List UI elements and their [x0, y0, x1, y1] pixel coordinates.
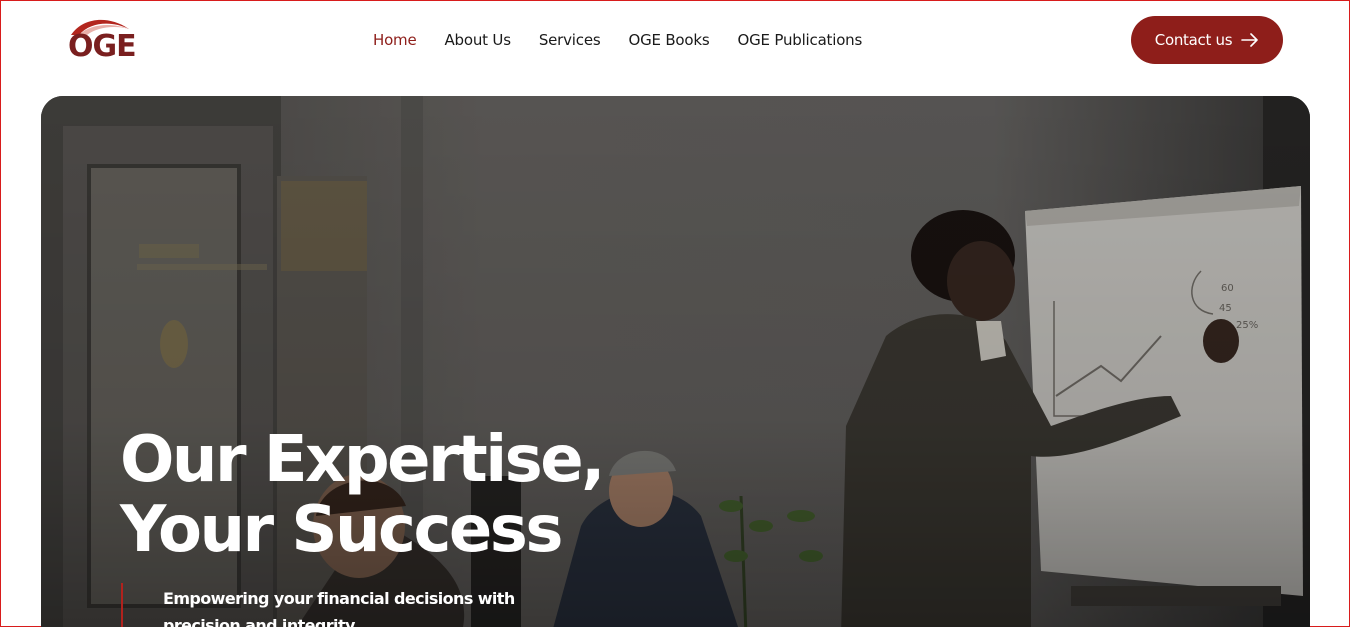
nav-item-home[interactable]: Home	[373, 31, 417, 49]
arrow-right-icon	[1241, 33, 1259, 47]
hero-accent-divider	[121, 583, 123, 627]
logo-text: OGE	[68, 29, 137, 64]
hero-subtitle: Empowering your financial decisions with…	[163, 589, 515, 627]
hero-title-line-1: Our Expertise,	[120, 423, 605, 497]
nav-item-oge-books[interactable]: OGE Books	[628, 31, 709, 49]
hero-section: 60 45 25% Our Expertise, Your Success Em…	[41, 96, 1310, 627]
site-header: OGE Home About Us Services OGE Books OGE…	[1, 1, 1349, 81]
oge-logo[interactable]: OGE	[65, 15, 137, 65]
contact-us-button[interactable]: Contact us	[1131, 16, 1283, 64]
nav-item-services[interactable]: Services	[539, 31, 601, 49]
contact-us-label: Contact us	[1154, 31, 1233, 49]
main-nav: Home About Us Services OGE Books OGE Pub…	[373, 28, 862, 52]
hero-title: Our Expertise, Your Success	[120, 423, 605, 567]
nav-item-about-us[interactable]: About Us	[445, 31, 512, 49]
hero-title-line-2: Your Success	[120, 493, 563, 567]
nav-item-oge-publications[interactable]: OGE Publications	[738, 31, 863, 49]
